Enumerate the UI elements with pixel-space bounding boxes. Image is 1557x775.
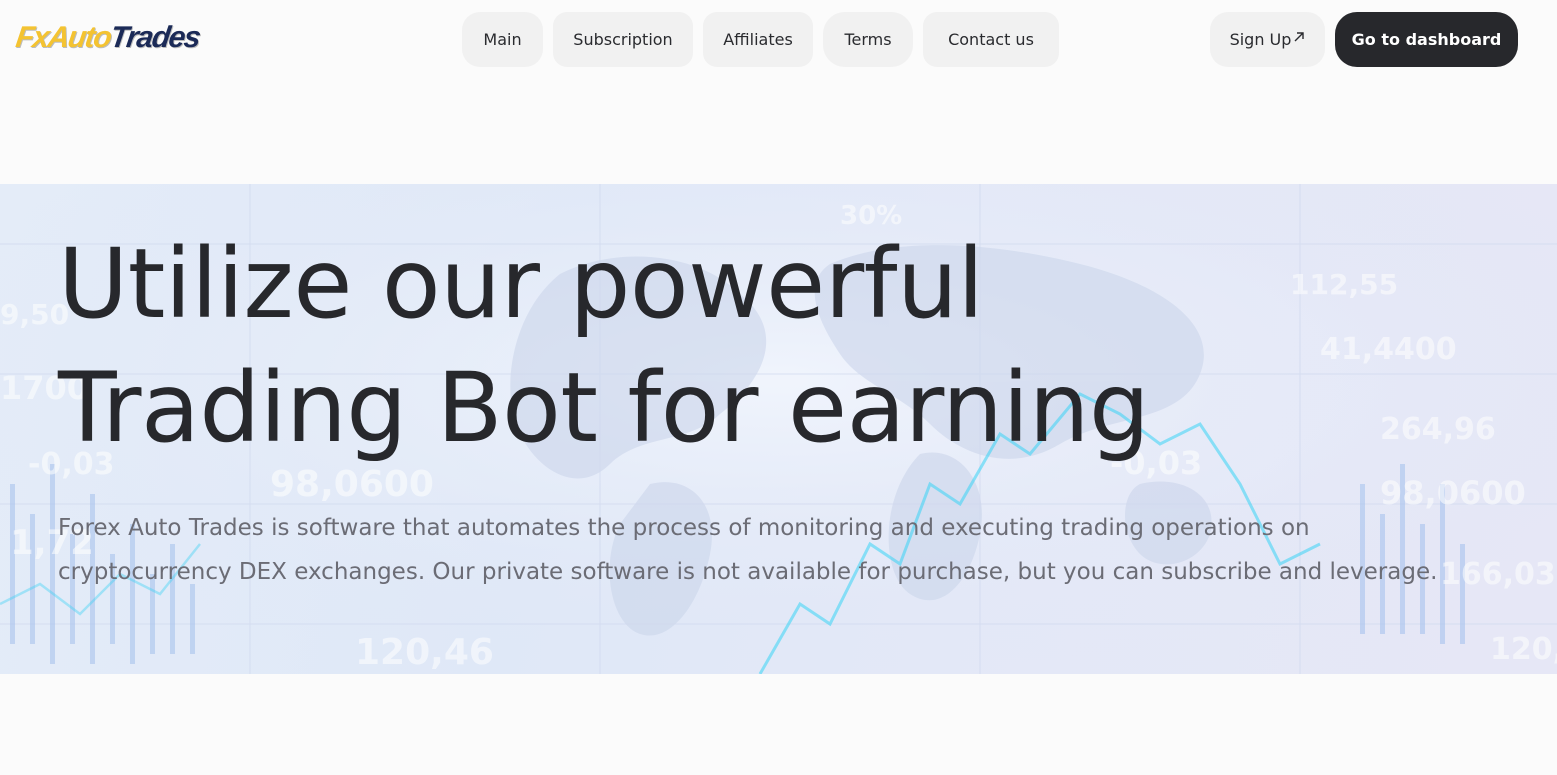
sign-up-button[interactable]: Sign Up bbox=[1210, 12, 1325, 67]
svg-text:98,0600: 98,0600 bbox=[270, 464, 434, 505]
page: Fx Auto Trades Main Subscription Affiliate… bbox=[0, 0, 1557, 775]
sign-up-label: Sign Up bbox=[1229, 30, 1292, 49]
logo-fx: Fx bbox=[13, 21, 51, 54]
nav-item-affiliates[interactable]: Affiliates bbox=[703, 12, 813, 67]
hero-title-line-1: Utilize our powerful bbox=[58, 228, 984, 340]
main-nav: Main Subscription Affiliates Terms Conta… bbox=[462, 12, 1059, 67]
arrow-up-right-icon bbox=[1293, 31, 1305, 43]
svg-text:41,4400: 41,4400 bbox=[1320, 332, 1457, 367]
svg-text:120,: 120, bbox=[1490, 632, 1557, 667]
site-header: Fx Auto Trades Main Subscription Affiliate… bbox=[0, 0, 1557, 80]
nav-item-terms[interactable]: Terms bbox=[823, 12, 913, 67]
svg-text:166,03: 166,03 bbox=[1440, 557, 1556, 592]
site-logo[interactable]: Fx Auto Trades bbox=[13, 20, 202, 56]
go-to-dashboard-button[interactable]: Go to dashboard bbox=[1335, 12, 1518, 67]
hero-title: Utilize our powerful Trading Bot for earn… bbox=[58, 222, 1150, 470]
logo-auto: Auto bbox=[45, 21, 113, 54]
hero-section: 98,0600 -0,03 1,72 120,46 41,4400 264,96… bbox=[0, 184, 1557, 674]
nav-item-subscription[interactable]: Subscription bbox=[553, 12, 693, 67]
svg-text:112,55: 112,55 bbox=[1290, 268, 1398, 301]
hero-title-line-2: Trading Bot for earning bbox=[58, 352, 1150, 464]
nav-item-contact-us[interactable]: Contact us bbox=[923, 12, 1059, 67]
nav-item-main[interactable]: Main bbox=[462, 12, 543, 67]
svg-text:264,96: 264,96 bbox=[1380, 412, 1496, 447]
logo-trades: Trades bbox=[108, 21, 202, 54]
svg-text:120,46: 120,46 bbox=[355, 632, 494, 673]
hero-description: Forex Auto Trades is software that autom… bbox=[58, 515, 1438, 585]
